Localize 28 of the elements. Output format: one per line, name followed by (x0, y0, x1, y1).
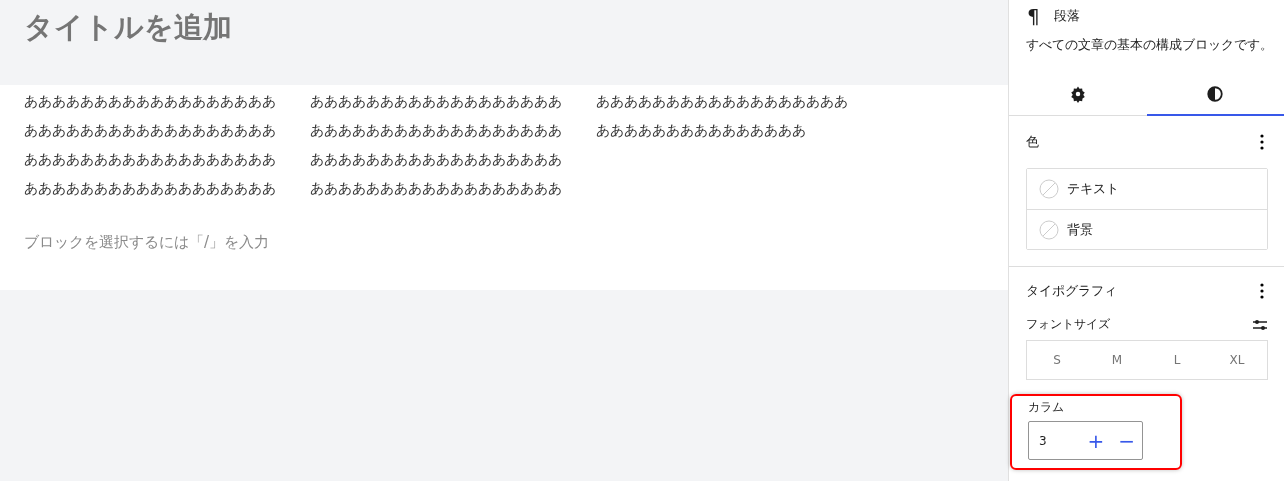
paragraph-line: ああああああああああああああああああ (24, 179, 277, 198)
paragraph-line: ああああああああああああああああああ (310, 121, 563, 140)
typography-section-title: タイポグラフィ (1026, 282, 1117, 300)
columns-number-field[interactable]: 3 + − (1028, 421, 1143, 460)
block-description: すべての文章の基本の構成ブロックです。 (1025, 36, 1274, 54)
paragraph-line: ああああああああああああああああああ (310, 179, 563, 198)
settings-icon (1068, 85, 1087, 103)
title-placeholder[interactable]: タイトルを追加 (24, 8, 232, 48)
no-color-icon (1039, 219, 1059, 240)
paragraph-line: ああああああああああああああああああ (310, 92, 563, 111)
decrement-button[interactable]: − (1111, 428, 1142, 453)
paragraph-line: あああああああああああああああ (596, 121, 807, 140)
paragraph-line: ああああああああああああああああああ (24, 92, 277, 111)
paragraph-icon: ¶ (1027, 4, 1040, 28)
sliders-icon[interactable] (1252, 317, 1268, 332)
font-size-label: フォントサイズ (1026, 317, 1110, 332)
paragraph-line: ああああああああああああああああああ (310, 150, 563, 169)
increment-button[interactable]: + (1080, 428, 1112, 453)
columns-label: カラム (1028, 400, 1065, 415)
paragraph-line: ああああああああああああああああああ (596, 92, 849, 111)
color-item[interactable]: 背景 (1027, 209, 1267, 249)
paragraph-line: ああああああああああああああああああ (24, 121, 277, 140)
no-color-icon (1039, 179, 1059, 199)
paragraph-line: ああああああああああああああああああ (24, 150, 277, 169)
block-placeholder[interactable]: ブロックを選択するには「/」を入力 (24, 233, 270, 252)
block-name: 段落 (1053, 7, 1080, 25)
color-section-title: 色 (1026, 133, 1039, 151)
contrast-icon (1206, 85, 1225, 103)
